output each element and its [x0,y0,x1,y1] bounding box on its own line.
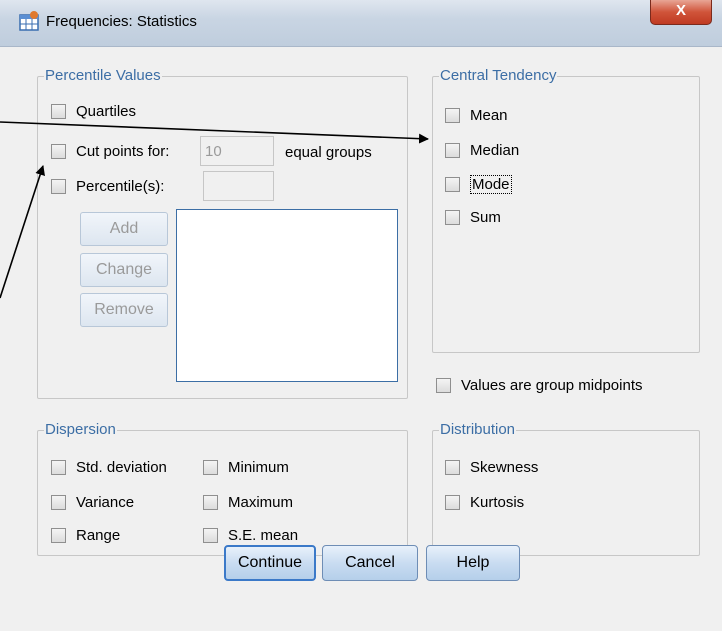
variance-checkbox[interactable]: Variance [51,494,134,511]
checkbox-icon[interactable] [51,495,66,510]
remove-button[interactable]: Remove [80,293,168,327]
close-button[interactable]: X [650,0,712,25]
checkbox-icon[interactable] [436,378,451,393]
checkbox-icon[interactable] [445,108,460,123]
checkbox-icon[interactable] [445,460,460,475]
checkbox-icon[interactable] [445,495,460,510]
percentiles-label: Percentile(s): [76,178,165,195]
checkbox-icon[interactable] [203,460,218,475]
skewness-label: Skewness [470,459,539,476]
checkbox-icon[interactable] [51,460,66,475]
se-mean-label: S.E. mean [228,527,299,544]
mode-checkbox[interactable]: Mode [445,175,512,194]
percentile-values-legend: Percentile Values [44,67,162,85]
range-label: Range [76,527,121,544]
checkbox-icon[interactable] [51,144,66,159]
std-deviation-label: Std. deviation [76,459,167,476]
add-button-label: Add [109,220,139,237]
variance-label: Variance [76,494,135,511]
percentiles-checkbox[interactable]: Percentile(s): [51,178,164,195]
checkbox-icon[interactable] [203,495,218,510]
cut-points-label: Cut points for: [76,143,170,160]
close-icon: X [675,2,686,19]
change-button[interactable]: Change [80,253,168,287]
checkbox-icon[interactable] [51,104,66,119]
se-mean-checkbox[interactable]: S.E. mean [203,527,298,544]
sum-checkbox[interactable]: Sum [445,209,501,226]
mode-label: Mode [470,175,512,194]
maximum-checkbox[interactable]: Maximum [203,494,293,511]
cancel-button-label: Cancel [345,554,395,571]
cut-points-checkbox[interactable]: Cut points for: [51,143,169,160]
checkbox-icon[interactable] [445,210,460,225]
checkbox-icon[interactable] [203,528,218,543]
add-button[interactable]: Add [80,212,168,246]
remove-button-label: Remove [94,301,154,318]
central-tendency-legend: Central Tendency [439,67,558,85]
sum-label: Sum [470,209,501,226]
help-button[interactable]: Help [426,545,520,581]
title-bar: Frequencies: Statistics X [0,0,722,47]
cut-points-input[interactable]: 10 [200,136,274,166]
values-group-midpoints-label: Values are group midpoints [461,377,643,394]
minimum-checkbox[interactable]: Minimum [203,459,289,476]
checkbox-icon[interactable] [445,143,460,158]
checkbox-icon[interactable] [51,528,66,543]
app-icon [19,11,39,31]
percentiles-list[interactable] [176,209,398,382]
minimum-label: Minimum [228,459,289,476]
percentiles-input[interactable] [203,171,274,201]
equal-groups-label: equal groups [285,144,372,161]
distribution-legend: Distribution [439,421,517,439]
checkbox-icon[interactable] [445,177,460,192]
maximum-label: Maximum [228,494,294,511]
mean-label: Mean [470,107,508,124]
median-checkbox[interactable]: Median [445,142,519,159]
cancel-button[interactable]: Cancel [322,545,418,581]
continue-button[interactable]: Continue [224,545,316,581]
std-deviation-checkbox[interactable]: Std. deviation [51,459,167,476]
help-button-label: Help [456,554,490,571]
continue-button-label: Continue [237,554,303,571]
kurtosis-label: Kurtosis [470,494,525,511]
median-label: Median [470,142,520,159]
range-checkbox[interactable]: Range [51,527,120,544]
mean-checkbox[interactable]: Mean [445,107,508,124]
skewness-checkbox[interactable]: Skewness [445,459,538,476]
checkbox-icon[interactable] [51,179,66,194]
distribution-group: Distribution [432,421,700,556]
quartiles-label: Quartiles [76,103,137,120]
dialog-window: Frequencies: Statistics X Percentile Val… [0,0,722,631]
values-group-midpoints-checkbox[interactable]: Values are group midpoints [436,377,643,394]
cut-points-value: 10 [205,143,222,160]
change-button-label: Change [95,261,153,278]
dispersion-legend: Dispersion [44,421,117,439]
quartiles-checkbox[interactable]: Quartiles [51,103,136,120]
kurtosis-checkbox[interactable]: Kurtosis [445,494,524,511]
window-title: Frequencies: Statistics [46,13,197,30]
